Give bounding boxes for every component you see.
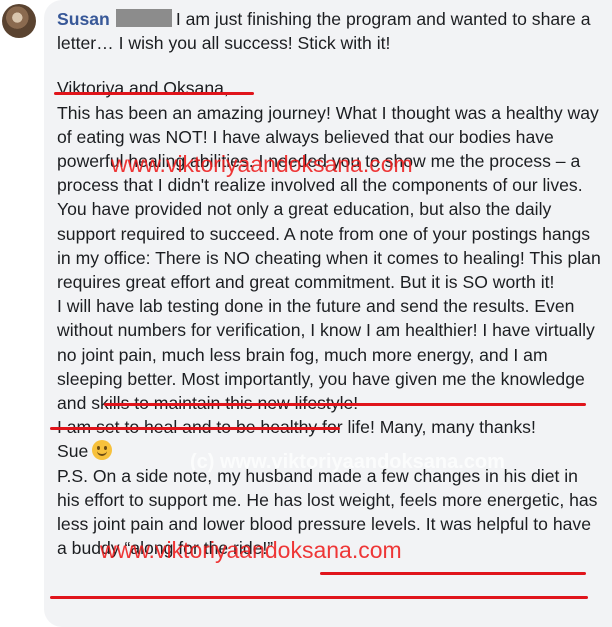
letter-greeting: Viktoriya and Oksana, <box>57 78 229 99</box>
underline-greeting <box>54 92 254 95</box>
underline-benefits-1 <box>104 403 586 406</box>
redacted-surname <box>115 9 172 27</box>
comment-text: Susan I am just finishing the program and… <box>57 7 605 560</box>
letter-signoff: Sue <box>57 439 605 463</box>
signoff-name: Sue <box>57 441 89 462</box>
letter-paragraph-1: This has been an amazing journey! What I… <box>57 102 599 196</box>
underline-benefits-2 <box>50 427 340 430</box>
avatar[interactable] <box>2 4 36 38</box>
letter-paragraph-2: You have provided not only a great educa… <box>57 199 601 293</box>
letter-postscript: P.S. On a side note, my husband made a f… <box>57 465 598 559</box>
author-name[interactable]: Susan <box>57 9 110 29</box>
underline-husband-2 <box>50 596 588 599</box>
letter-paragraph-3: I will have lab testing done in the futu… <box>57 296 595 414</box>
smiling-face-emoji-icon <box>92 440 113 461</box>
comment-intro: Susan I am just finishing the program and… <box>57 7 605 55</box>
underline-husband-1 <box>320 572 586 575</box>
